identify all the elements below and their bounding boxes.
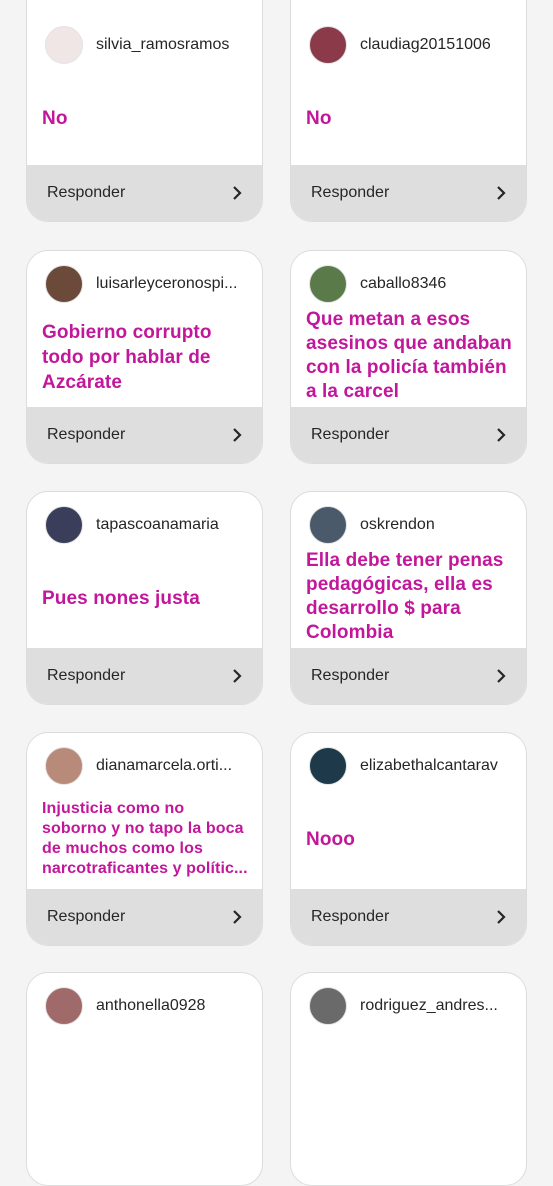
- comment-card: oskrendon Ella debe tener penas pedagógi…: [290, 491, 527, 705]
- comment-header: oskrendon: [309, 506, 512, 544]
- reply-button[interactable]: Responder: [27, 407, 262, 463]
- reply-label: Responder: [47, 426, 126, 443]
- comment-card: claudiag20151006 No Responder: [290, 0, 527, 222]
- comment-text: Injusticia como no soborno y no tapo la …: [42, 800, 248, 877]
- comment-text: Gobierno corrupto todo por hablar de Azc…: [42, 321, 212, 393]
- avatar[interactable]: [309, 747, 347, 785]
- reply-label: Responder: [47, 667, 126, 684]
- reply-button[interactable]: Responder: [27, 889, 262, 945]
- chevron-right-icon: [497, 428, 506, 442]
- username[interactable]: caballo8346: [360, 275, 446, 293]
- reply-label: Responder: [47, 908, 126, 925]
- username[interactable]: claudiag20151006: [360, 36, 491, 54]
- comment-card: caballo8346 Que metan a esos asesinos qu…: [290, 250, 527, 464]
- chevron-right-icon: [233, 910, 242, 924]
- comment-header: rodriguez_andres...: [309, 987, 512, 1025]
- comment-text: Ella debe tener penas pedagógicas, ella …: [306, 550, 504, 643]
- chevron-right-icon: [233, 186, 242, 200]
- chevron-right-icon: [497, 669, 506, 683]
- comment-grid: silvia_ramosramos No Responder claudiag2…: [0, 0, 553, 1186]
- comment-header: anthonella0928: [45, 987, 248, 1025]
- comment-header: dianamarcela.orti...: [45, 747, 248, 785]
- comment-text: Pues nones justa: [42, 587, 200, 609]
- avatar[interactable]: [45, 506, 83, 544]
- reply-button[interactable]: Responder: [27, 165, 262, 221]
- avatar[interactable]: [309, 987, 347, 1025]
- avatar[interactable]: [309, 26, 347, 64]
- comment-card: tapascoanamaria Pues nones justa Respond…: [26, 491, 263, 705]
- reply-button[interactable]: Responder: [291, 889, 526, 945]
- comment-card: anthonella0928: [26, 972, 263, 1186]
- reply-label: Responder: [311, 908, 390, 925]
- comment-text: Nooo: [306, 828, 355, 850]
- chevron-right-icon: [233, 428, 242, 442]
- reply-label: Responder: [311, 667, 390, 684]
- comment-header: claudiag20151006: [309, 26, 512, 64]
- comment-card: luisarleyceronospi... Gobierno corrupto …: [26, 250, 263, 464]
- username[interactable]: oskrendon: [360, 516, 435, 534]
- comment-text: No: [306, 107, 332, 129]
- reply-label: Responder: [311, 184, 390, 201]
- comment-text: No: [42, 107, 68, 129]
- avatar[interactable]: [309, 265, 347, 303]
- comment-header: silvia_ramosramos: [45, 26, 248, 64]
- comment-card: dianamarcela.orti... Injusticia como no …: [26, 732, 263, 946]
- comment-text: Que metan a esos asesinos que andaban co…: [306, 309, 512, 402]
- comment-header: tapascoanamaria: [45, 506, 248, 544]
- chevron-right-icon: [497, 186, 506, 200]
- chevron-right-icon: [497, 910, 506, 924]
- reply-button[interactable]: Responder: [27, 648, 262, 704]
- username[interactable]: dianamarcela.orti...: [96, 757, 232, 775]
- avatar[interactable]: [45, 987, 83, 1025]
- reply-label: Responder: [47, 184, 126, 201]
- reply-button[interactable]: Responder: [291, 165, 526, 221]
- reply-button[interactable]: Responder: [291, 648, 526, 704]
- username[interactable]: tapascoanamaria: [96, 516, 219, 534]
- avatar[interactable]: [45, 265, 83, 303]
- avatar[interactable]: [45, 747, 83, 785]
- comment-card: elizabethalcantarav Nooo Responder: [290, 732, 527, 946]
- comment-header: elizabethalcantarav: [309, 747, 512, 785]
- reply-button[interactable]: Responder: [291, 407, 526, 463]
- comment-card: silvia_ramosramos No Responder: [26, 0, 263, 222]
- username[interactable]: anthonella0928: [96, 997, 205, 1015]
- comment-header: luisarleyceronospi...: [45, 265, 248, 303]
- reply-label: Responder: [311, 426, 390, 443]
- username[interactable]: silvia_ramosramos: [96, 36, 229, 54]
- username[interactable]: rodriguez_andres...: [360, 997, 498, 1015]
- avatar[interactable]: [45, 26, 83, 64]
- username[interactable]: luisarleyceronospi...: [96, 275, 237, 293]
- chevron-right-icon: [233, 669, 242, 683]
- comment-card: rodriguez_andres...: [290, 972, 527, 1186]
- comment-header: caballo8346: [309, 265, 512, 303]
- username[interactable]: elizabethalcantarav: [360, 757, 498, 775]
- avatar[interactable]: [309, 506, 347, 544]
